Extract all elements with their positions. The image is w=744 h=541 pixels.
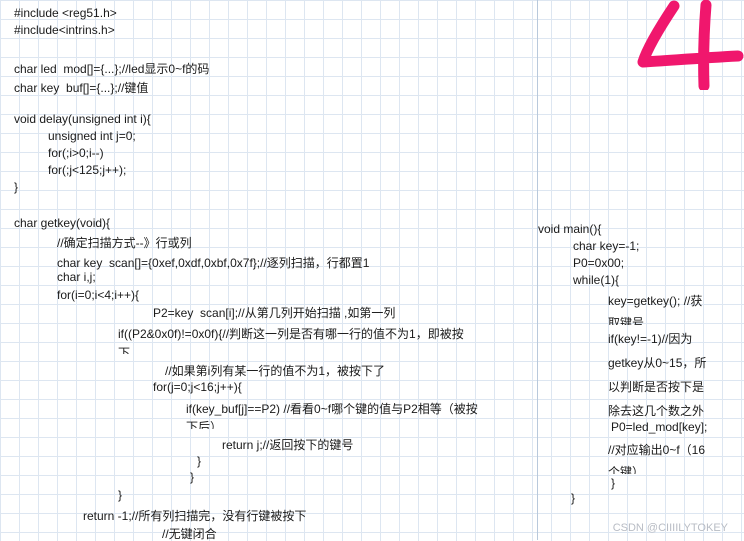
code-comment-cont: 个键） (608, 465, 645, 474)
code-if-buf: if(key_buf[j]==P2) //看看0~f哪个键的值与P2相等（被按 (186, 402, 478, 416)
code-comment: //对应输出0~f（16 (608, 443, 706, 457)
code-if-buf-cont: 下后） (186, 420, 223, 429)
code-delay-line: for(;j<125;j++); (48, 163, 127, 177)
column-divider (537, 0, 538, 540)
code-p2-assign: P2=key scan[i];//从第几列开始扫描 ,如第一列 (153, 306, 396, 320)
handwritten-four-annotation (637, 0, 744, 90)
code-p0-assign: P0=led_mod[key]; (611, 420, 708, 434)
code-comment: //无键闭合 (162, 527, 217, 541)
code-p0-init: P0=0x00; (573, 256, 625, 270)
code-closing-brace: } (14, 180, 19, 194)
code-return-j: return j;//返回按下的键号 (222, 438, 354, 452)
code-if-key: if(key!=-1)//因为 (608, 332, 693, 346)
code-delay-line: unsigned int j=0; (48, 129, 136, 143)
code-for-j: for(j=0;j<16;j++){ (153, 380, 242, 394)
code-comment: //如果第i列有某一行的值不为1，被按下了 (165, 364, 386, 378)
code-include-reg51: #include <reg51.h> (14, 6, 117, 20)
code-delay-signature: void delay(unsigned int i){ (14, 112, 151, 126)
code-closing-brace: } (190, 470, 195, 484)
code-delay-line: for(;i>0;i--) (48, 146, 104, 160)
code-closing-brace: } (118, 488, 123, 502)
code-key-buf-decl: char key buf[]={...};//键值 (14, 81, 149, 95)
code-if-key-cont: getkey从0~15，所 (608, 356, 707, 370)
code-led-mod-decl: char led mod[]={...};//led显示0~f的码 (14, 62, 210, 76)
code-key-init: char key=-1; (573, 239, 640, 253)
code-closing-brace: } (571, 491, 576, 505)
code-if-p2-cont: 下 (118, 346, 131, 354)
code-include-intrins: #include<intrins.h> (14, 23, 115, 37)
code-closing-brace: } (197, 454, 202, 468)
code-if-p2: if((P2&0x0f)!=0x0f){//判断这一列是否有哪一行的值不为1，即… (118, 327, 464, 341)
code-ij-decl: char i,j; (57, 270, 96, 284)
code-if-key-cont: 以判断是否按下是 (608, 380, 705, 394)
code-getkey-call: key=getkey(); //获 (608, 294, 703, 308)
code-if-key-cont: 除去这几个数之外 (608, 404, 705, 418)
code-main-signature: void main(){ (538, 222, 602, 236)
code-comment: //确定扫描方式--》行或列 (57, 236, 192, 250)
code-scan-decl: char key scan[]={0xef,0xdf,0xbf,0x7f};//… (57, 256, 370, 270)
code-getkey-signature: char getkey(void){ (14, 216, 111, 230)
code-while: while(1){ (573, 273, 620, 287)
code-return-neg: return -1;//所有列扫描完，没有行键被按下 (83, 509, 307, 523)
code-getkey-call-cont: 取键号 (608, 316, 645, 325)
csdn-watermark: CSDN @CIIIILYTOKEY (612, 522, 728, 534)
code-closing-brace: } (611, 476, 616, 490)
code-for-i: for(i=0;i<4;i++){ (57, 288, 140, 302)
